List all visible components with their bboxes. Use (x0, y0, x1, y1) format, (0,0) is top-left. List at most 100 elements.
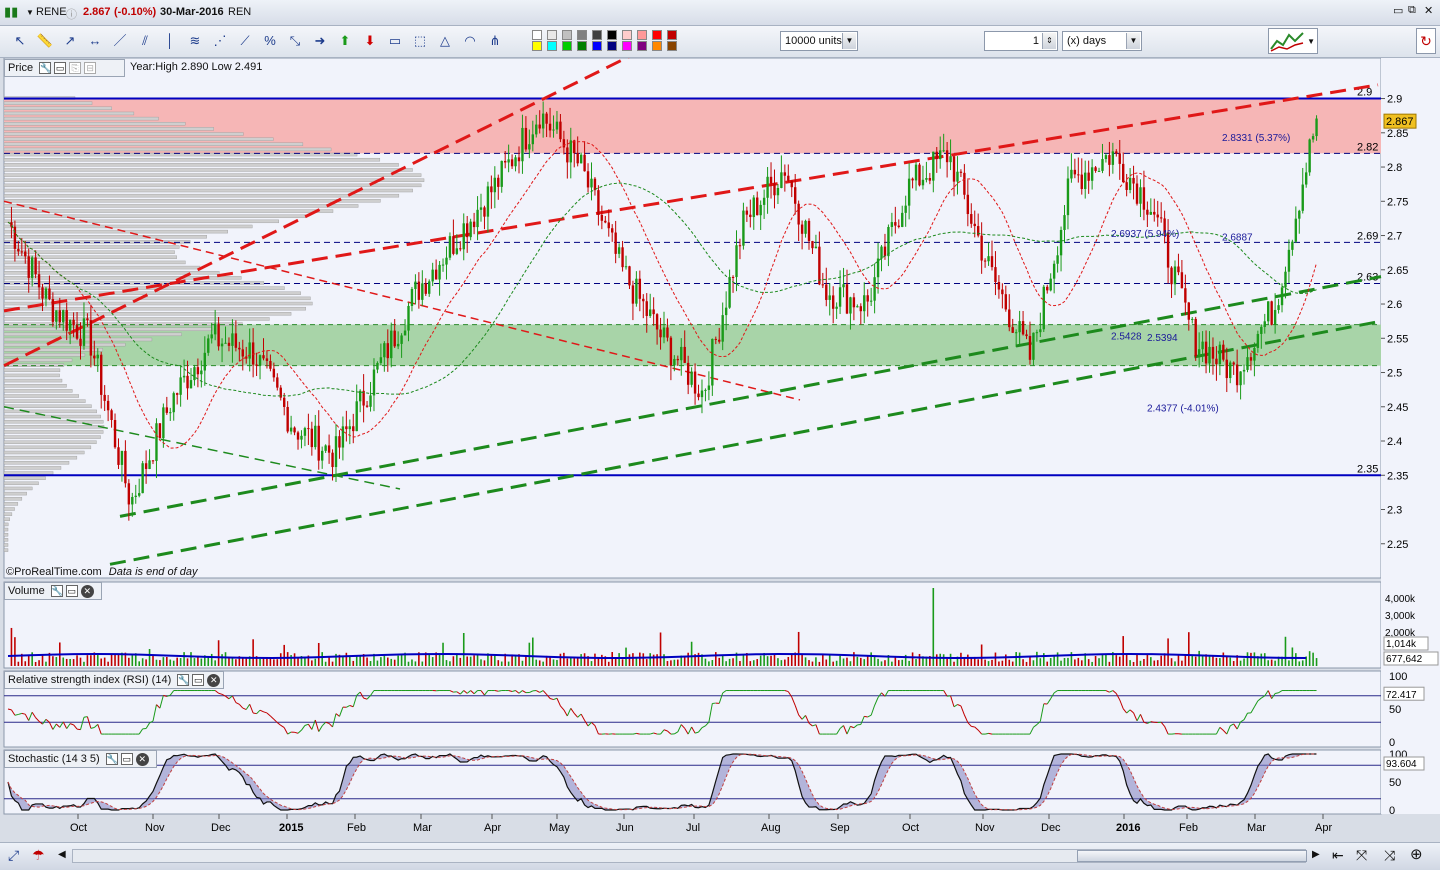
palette-swatch[interactable] (622, 41, 632, 51)
close-icon[interactable]: ✕ (207, 673, 221, 687)
trend-line-icon[interactable]: ／ (110, 31, 130, 51)
color-palette[interactable] (532, 30, 686, 52)
window-icon[interactable]: ▭ (192, 674, 205, 687)
palette-swatch[interactable] (637, 41, 647, 51)
pitchfork-icon[interactable]: ⋔ (485, 31, 505, 51)
palette-swatch[interactable] (562, 30, 572, 40)
candle-body (255, 364, 258, 366)
candle-body (1156, 214, 1159, 218)
stepper-arrows-icon[interactable]: ⇕ (1042, 33, 1056, 49)
candle-body (1235, 364, 1239, 386)
triangle-icon[interactable]: △ (435, 31, 455, 51)
chart-area[interactable]: 2.92.822.692.632.352.8331 (5.37%)2.6937 … (0, 58, 1440, 870)
chart-tools-icon[interactable]: ⤢ (8, 847, 19, 864)
fibonacci-icon[interactable]: ≋ (185, 31, 205, 51)
candle-body (1052, 263, 1056, 279)
chevron-down-icon[interactable]: ▼ (26, 8, 34, 17)
candle-body (196, 367, 200, 375)
fan-icon[interactable]: ⟋ (235, 31, 255, 51)
fit-left-icon[interactable]: ⇤ (1332, 847, 1344, 864)
ruler-icon[interactable]: 📏 (35, 31, 55, 51)
volume-profile-bar (3, 522, 9, 527)
candle-body (1246, 357, 1249, 370)
cursor-icon[interactable]: ↖ (10, 31, 30, 51)
palette-swatch[interactable] (607, 30, 617, 40)
restore-icon[interactable]: ⧉ (1408, 4, 1416, 17)
close-icon[interactable]: ✕ (1424, 4, 1433, 17)
percent-icon[interactable]: % (260, 31, 280, 51)
chevron-down-icon[interactable]: ▼ (842, 33, 856, 49)
palette-swatch[interactable] (652, 41, 662, 51)
minimize-icon[interactable]: ▭ (1393, 4, 1403, 17)
period-stepper[interactable]: 1 ⇕ (984, 31, 1058, 51)
horizontal-scrollbar[interactable] (72, 849, 1307, 863)
gann-icon[interactable]: ⋰ (210, 31, 230, 51)
window-icon[interactable]: ▭ (65, 585, 78, 598)
zone-icon[interactable]: ⬚ (410, 31, 430, 51)
candle-body (75, 325, 79, 339)
indicator-icon[interactable]: ☂ (32, 847, 45, 864)
wrench-icon[interactable]: 🔧 (50, 585, 63, 598)
chevron-down-icon[interactable]: ▼ (1307, 37, 1315, 46)
palette-swatch[interactable] (637, 30, 647, 40)
candle-body (358, 390, 362, 402)
palette-swatch[interactable] (667, 41, 677, 51)
remove-icon[interactable]: ⊟ (84, 62, 97, 75)
close-icon[interactable]: ✕ (135, 752, 149, 766)
close-icon[interactable]: ✕ (80, 584, 94, 598)
channel-icon[interactable]: ⫽ (135, 31, 155, 51)
wrench-icon[interactable]: 🔧 (177, 674, 190, 687)
arc-icon[interactable]: ◠ (460, 31, 480, 51)
refresh-icon[interactable]: ↻ (1416, 28, 1436, 54)
palette-swatch[interactable] (667, 30, 677, 40)
candle-body (189, 380, 193, 389)
arrow-icon[interactable]: ⤡ (285, 31, 305, 51)
chart-style-button[interactable]: ▼ (1268, 28, 1318, 54)
expand-icon[interactable]: ⤧ (1356, 847, 1367, 864)
palette-swatch[interactable] (652, 30, 662, 40)
palette-swatch[interactable] (607, 41, 617, 51)
rectangle-icon[interactable]: ▭ (385, 31, 405, 51)
palette-swatch[interactable] (532, 30, 542, 40)
palette-swatch[interactable] (622, 30, 632, 40)
chevron-down-icon[interactable]: ▼ (1126, 33, 1140, 49)
copy-icon[interactable]: ⎘ (69, 62, 82, 75)
palette-swatch[interactable] (592, 30, 602, 40)
arrow-right-icon[interactable]: ➜ (310, 31, 330, 51)
palette-swatch[interactable] (532, 41, 542, 51)
volume-profile-bar (3, 235, 207, 239)
info-icon[interactable]: ⓘ (66, 6, 77, 22)
wrench-icon[interactable]: 🔧 (39, 62, 51, 75)
palette-swatch[interactable] (562, 41, 572, 51)
line-icon[interactable]: ↗ (60, 31, 80, 51)
rsi-line-segment (971, 725, 975, 728)
period-unit-select[interactable]: (x) days ▼ (1062, 31, 1142, 51)
palette-swatch[interactable] (577, 30, 587, 40)
arrow-down-icon[interactable]: ⬇ (360, 31, 380, 51)
scroll-right-icon[interactable]: ▶ (1312, 849, 1320, 860)
vertical-line-icon[interactable]: │ (160, 31, 180, 51)
wrench-icon[interactable]: 🔧 (105, 753, 118, 766)
candle-body (769, 176, 773, 184)
window-icon[interactable]: ▭ (120, 753, 133, 766)
level-label: 2.69 (1357, 230, 1378, 242)
palette-swatch[interactable] (577, 41, 587, 51)
window-icon[interactable]: ▭ (54, 62, 67, 75)
volume-profile-bar (3, 404, 92, 408)
scroll-left-icon[interactable]: ◀ (58, 849, 66, 860)
chart-type-icon[interactable]: ▮▮ (4, 4, 18, 20)
shrink-icon[interactable]: ⤨ (1384, 847, 1395, 864)
palette-swatch[interactable] (592, 41, 602, 51)
palette-swatch[interactable] (547, 30, 557, 40)
zoom-in-icon[interactable]: ⊕ (1410, 845, 1423, 863)
horizontal-line-icon[interactable]: ↔ (85, 31, 105, 51)
volume-profile-bar (3, 265, 201, 270)
arrow-up-icon[interactable]: ⬆ (335, 31, 355, 51)
volume-pane-header: Volume 🔧 ▭ ✕ (4, 582, 102, 600)
symbol-label[interactable]: RENE (36, 6, 67, 18)
units-select[interactable]: 10000 units ▼ (780, 31, 858, 51)
scrollbar-thumb[interactable] (1077, 850, 1307, 862)
candle-body (1153, 211, 1156, 215)
candle-body (234, 333, 238, 348)
palette-swatch[interactable] (547, 41, 557, 51)
